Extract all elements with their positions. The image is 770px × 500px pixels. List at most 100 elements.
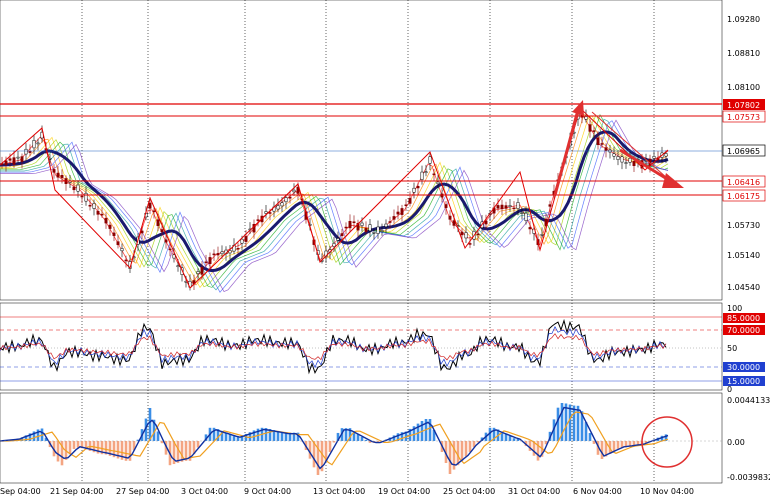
macd-histogram-bar — [316, 441, 320, 475]
candle-body — [196, 271, 200, 274]
candle-body — [444, 204, 448, 208]
macd-label: 0.00 — [727, 438, 745, 447]
macd-histogram-bar — [156, 431, 160, 441]
candle-body — [120, 248, 124, 252]
candle-body — [436, 181, 440, 185]
candle-body — [524, 212, 528, 221]
macd-histogram-bar — [232, 436, 236, 441]
candle-body — [424, 171, 428, 173]
candle-body — [384, 223, 388, 227]
time-label: 6 Nov 04:00 — [573, 487, 622, 496]
candle-body — [280, 202, 284, 207]
rsi-axis: 100 85.0000 70.0000 50 30.0000 15.0000 0 — [723, 304, 765, 394]
level-tag-text: 1.06175 — [727, 192, 760, 201]
candle-body — [240, 238, 244, 244]
macd-histogram-bar — [612, 441, 616, 452]
trading-chart[interactable]: 1.09280 1.08810 1.08100 1.05730 1.05140 … — [0, 0, 770, 500]
macd-histogram-bar — [464, 441, 468, 457]
candle-body — [96, 210, 100, 215]
candle-body — [632, 161, 636, 167]
candle-body — [72, 186, 76, 191]
time-label: 13 Oct 04:00 — [313, 487, 365, 496]
time-label: 9 Oct 04:00 — [244, 487, 291, 496]
candle-body — [60, 174, 64, 179]
time-label: 25 Oct 04:00 — [443, 487, 495, 496]
macd-histogram-bar — [556, 407, 560, 441]
macd-histogram-bar — [308, 441, 312, 459]
candle-body — [344, 226, 348, 229]
candle-body — [388, 221, 392, 223]
rsi-label: 100 — [727, 304, 742, 313]
candle-body — [412, 187, 416, 193]
candle-body — [508, 205, 512, 207]
candle-body — [88, 204, 92, 207]
macd-histogram-bar — [332, 441, 336, 443]
candle-body — [428, 156, 432, 164]
macd-histogram-bar — [588, 433, 592, 441]
candle-body — [396, 211, 400, 215]
candle-body — [620, 156, 624, 163]
level-tags: 1.07802 1.07573 1.06965 1.06416 1.06175 — [722, 99, 766, 202]
time-label: 19 Oct 04:00 — [378, 487, 430, 496]
candle-body — [592, 130, 596, 132]
rsi-label: 85.0000 — [727, 314, 760, 323]
candle-body — [628, 158, 632, 163]
candle-body — [244, 236, 248, 242]
time-label: 3 Oct 04:00 — [181, 487, 228, 496]
candle-body — [112, 232, 116, 236]
level-tag-text: 1.07573 — [727, 113, 760, 122]
candle-body — [172, 254, 176, 259]
candle-body — [176, 265, 180, 268]
macd-histogram-bar — [572, 405, 576, 441]
candle-body — [612, 153, 616, 157]
candle-body — [652, 156, 656, 159]
macd-histogram-bar — [428, 419, 432, 441]
candle-body — [496, 205, 500, 209]
candle-body — [500, 204, 504, 210]
candle-body — [624, 162, 628, 164]
candle-body — [156, 219, 160, 226]
level-tag-text: 1.06965 — [727, 147, 760, 156]
candle-body — [364, 228, 368, 232]
candle-body — [504, 205, 508, 209]
candle-body — [516, 202, 520, 209]
candle-body — [76, 184, 80, 192]
candle-body — [348, 220, 352, 229]
candle-body — [48, 158, 52, 160]
candle-body — [32, 140, 36, 149]
candle-body — [288, 196, 292, 199]
candle-body — [80, 195, 84, 198]
candle-body — [368, 224, 372, 232]
time-label: Sep 04:00 — [0, 487, 41, 496]
candle-body — [208, 257, 212, 265]
macd-histogram-bar — [468, 441, 472, 452]
candle-body — [236, 248, 240, 250]
candle-body — [468, 243, 472, 245]
candle-body — [268, 212, 272, 214]
candle-body — [148, 202, 152, 209]
macd-histogram-bar — [508, 436, 512, 441]
candle-body — [448, 215, 452, 220]
price-label: 1.08810 — [727, 49, 760, 58]
macd-histogram-bar — [228, 434, 232, 441]
candle-body — [476, 233, 480, 236]
candle-body — [400, 208, 404, 215]
macd-histogram-bar — [360, 436, 364, 441]
candle-body — [4, 160, 8, 166]
candle-body — [604, 147, 608, 151]
macd-histogram-bar — [72, 441, 76, 449]
candle-body — [588, 124, 592, 132]
candle-body — [292, 189, 296, 193]
candle-body — [12, 157, 16, 165]
candle-body — [220, 251, 224, 255]
macd-histogram-bar — [328, 441, 332, 453]
time-label: 21 Sep 04:00 — [50, 487, 103, 496]
macd-histogram-bar — [600, 441, 604, 459]
price-label: 1.09280 — [727, 15, 760, 24]
candle-body — [416, 186, 420, 189]
candle-body — [332, 243, 336, 247]
macd-histogram-bar — [616, 441, 620, 449]
price-label: 1.05730 — [727, 221, 760, 230]
macd-histogram-bar — [56, 441, 60, 462]
candle-body — [336, 238, 340, 241]
